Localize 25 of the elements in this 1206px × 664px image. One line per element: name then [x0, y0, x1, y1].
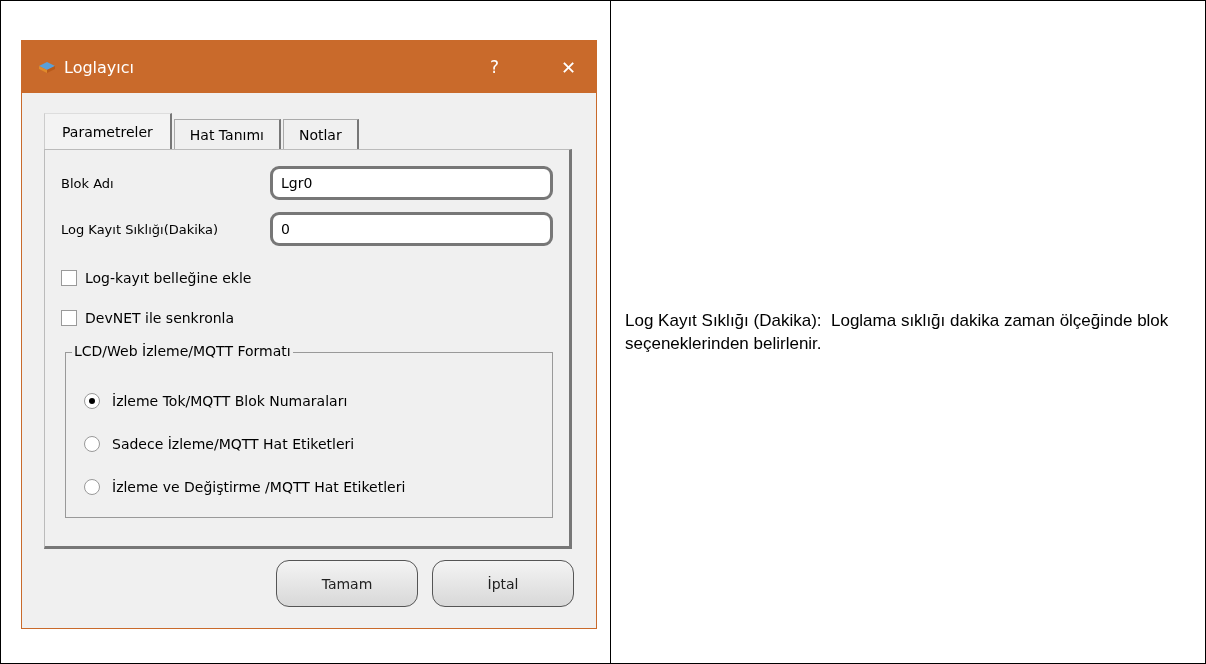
close-button[interactable]: ✕: [554, 56, 582, 78]
help-button[interactable]: ?: [489, 57, 499, 77]
checkbox[interactable]: [61, 310, 77, 326]
window-title: Loglayıcı: [64, 57, 135, 77]
radio-label: Sadece İzleme/MQTT Hat Etiketleri: [112, 435, 355, 452]
checkbox[interactable]: [61, 270, 77, 286]
field-label: Log Kayıt Sıklığı(Dakika): [61, 221, 219, 237]
input-field[interactable]: 0: [270, 212, 553, 246]
dialog-button[interactable]: Tamam: [276, 560, 418, 607]
group-title: LCD/Web İzleme/MQTT Formatı: [72, 343, 293, 359]
radio-button[interactable]: [84, 478, 100, 495]
radio-label: İzleme Tok/MQTT Blok Numaraları: [112, 392, 348, 409]
radio-button[interactable]: [84, 435, 100, 452]
checkbox-label: DevNET ile senkronla: [85, 310, 235, 326]
dialog-button[interactable]: İptal: [432, 560, 574, 607]
field-label: Blok Adı: [61, 175, 114, 191]
radio-button[interactable]: [84, 392, 100, 409]
tab[interactable]: Hat Tanımı: [173, 119, 281, 149]
input-field[interactable]: Lgr0: [270, 166, 553, 200]
radio-label: İzleme ve Değiştirme /MQTT Hat Etiketleri: [112, 478, 406, 495]
checkbox-label: Log-kayıt belleğine ekle: [85, 270, 252, 286]
description-text: Log Kayıt Sıklığı (Dakika): Loglama sıklığı dakika zaman ölçeğinde blok seçeneklerinden belirlenir.: [625, 310, 1170, 355]
app-icon: [38, 61, 56, 73]
tab[interactable]: Parametreler: [44, 113, 172, 149]
tab[interactable]: Notlar: [282, 119, 359, 149]
